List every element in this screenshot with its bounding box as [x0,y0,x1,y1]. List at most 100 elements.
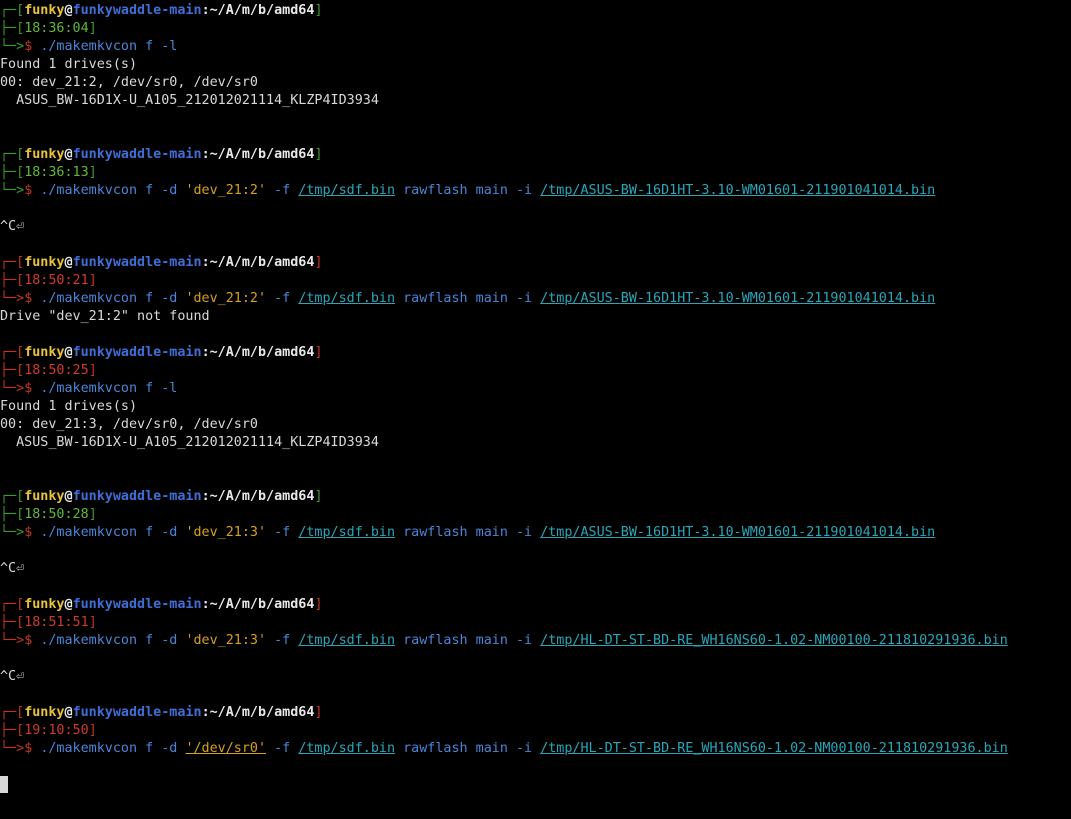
prompt-sep: : [201,3,210,18]
prompt-at: @ [64,345,73,360]
prompt-frame-top: ┌─[ [0,255,25,270]
command-flag: rawflash main -i [395,741,541,756]
command-flag: -f [266,291,299,306]
command-flag: -f [266,633,299,648]
drive-argument: 'dev_21:3' [185,633,267,648]
prompt-frame-bottom: └─> [0,291,25,306]
prompt-frame-top: ┌─[ [0,3,25,18]
drive-argument: 'dev_21:2' [185,291,267,306]
command-line: └─>$ ./makemkvcon f -d 'dev_21:3' -f /tm… [0,524,1071,542]
command-text: ./makemkvcon f -d [40,525,186,540]
output-text: 00: dev_21:3, /dev/sr0, /dev/sr0 [0,417,258,432]
prompt-sep: : [201,147,210,162]
firmware-file-path[interactable]: /tmp/HL-DT-ST-BD-RE_WH16NS60-1.02-NM0010… [540,741,1008,756]
prompt-user: funky [24,489,65,504]
prompt-path: ~/A/m/b/amd64 [209,3,315,18]
firmware-file-path[interactable]: /tmp/ASUS-BW-16D1HT-3.10-WM01601-2119010… [540,525,935,540]
dump-file-path[interactable]: /tmp/sdf.bin [298,291,395,306]
text-cursor [0,776,8,793]
output-text: ^C⏎ [0,669,25,684]
prompt-timestamp: 18:36:04 [24,21,89,36]
prompt-time-line: ├─[18:50:21] [0,272,1071,290]
prompt-header-line: ┌─[funky@funkywaddle-main:~/A/m/b/amd64] [0,2,1071,20]
prompt-header-line: ┌─[funky@funkywaddle-main:~/A/m/b/amd64] [0,146,1071,164]
prompt-frame-mid: ├─[ [0,363,25,378]
firmware-file-path[interactable]: /tmp/ASUS-BW-16D1HT-3.10-WM01601-2119010… [540,291,935,306]
output-line: ^C⏎ [0,668,1071,686]
prompt-at: @ [64,147,73,162]
command-text: ./makemkvcon f -l [40,381,178,396]
prompt-dollar: $ [24,291,41,306]
prompt-timestamp: 18:50:21 [24,273,89,288]
output-text: ^C⏎ [0,561,25,576]
prompt-path: ~/A/m/b/amd64 [209,705,315,720]
prompt-frame-top-end: ] [314,147,323,162]
prompt-time-line: ├─[18:50:25] [0,362,1071,380]
prompt-dollar: $ [24,39,41,54]
prompt-dollar: $ [24,633,41,648]
command-flag: rawflash main -i [395,291,541,306]
prompt-frame-top: ┌─[ [0,345,25,360]
prompt-frame-top-end: ] [314,255,323,270]
command-text: ./makemkvcon f -d [40,291,186,306]
prompt-dollar: $ [24,183,41,198]
firmware-file-path[interactable]: /tmp/HL-DT-ST-BD-RE_WH16NS60-1.02-NM0010… [540,633,1008,648]
output-text: ^C⏎ [0,219,25,234]
command-flag: rawflash main -i [395,525,541,540]
prompt-frame-top: ┌─[ [0,597,25,612]
prompt-timestamp: 18:36:13 [24,165,89,180]
prompt-at: @ [64,3,73,18]
command-text: ./makemkvcon f -d [40,633,186,648]
output-line: ^C⏎ [0,218,1071,236]
cursor-line [0,776,1071,794]
prompt-sep: : [201,345,210,360]
prompt-user: funky [24,597,65,612]
output-line: 00: dev_21:2, /dev/sr0, /dev/sr0 [0,74,1071,92]
prompt-frame-mid: ├─[ [0,615,25,630]
output-line: Found 1 drives(s) [0,398,1071,416]
prompt-frame-bottom: └─> [0,633,25,648]
output-line: Drive "dev_21:2" not found [0,308,1071,326]
output-line: 00: dev_21:3, /dev/sr0, /dev/sr0 [0,416,1071,434]
dump-file-path[interactable]: /tmp/sdf.bin [298,183,395,198]
command-text: ./makemkvcon f -d [40,741,186,756]
command-line: └─>$ ./makemkvcon f -d '/dev/sr0' -f /tm… [0,740,1071,758]
command-line: └─>$ ./makemkvcon f -l [0,38,1071,56]
output-line: Found 1 drives(s) [0,56,1071,74]
prompt-at: @ [64,597,73,612]
prompt-frame-mid-end: ] [88,273,97,288]
prompt-at: @ [64,255,73,270]
prompt-frame-top-end: ] [314,3,323,18]
dump-file-path[interactable]: /tmp/sdf.bin [298,741,395,756]
prompt-frame-mid: ├─[ [0,273,25,288]
prompt-user: funky [24,345,65,360]
prompt-frame-mid: ├─[ [0,507,25,522]
prompt-header-line: ┌─[funky@funkywaddle-main:~/A/m/b/amd64] [0,704,1071,722]
command-flag: -f [266,741,299,756]
prompt-path: ~/A/m/b/amd64 [209,255,315,270]
terminal-window[interactable]: ┌─[funky@funkywaddle-main:~/A/m/b/amd64]… [0,0,1071,819]
prompt-frame-mid-end: ] [88,615,97,630]
prompt-timestamp: 18:50:25 [24,363,89,378]
firmware-file-path[interactable]: /tmp/ASUS-BW-16D1HT-3.10-WM01601-2119010… [540,183,935,198]
prompt-frame-mid: ├─[ [0,165,25,180]
output-line: ASUS_BW-16D1X-U_A105_212012021114_KLZP4I… [0,434,1071,452]
output-text: Found 1 drives(s) [0,57,138,72]
prompt-timestamp: 18:51:51 [24,615,89,630]
prompt-frame-bottom: └─> [0,183,25,198]
prompt-frame-mid-end: ] [88,363,97,378]
prompt-frame-bottom: └─> [0,741,25,756]
output-text: ASUS_BW-16D1X-U_A105_212012021114_KLZP4I… [0,93,379,108]
dump-file-path[interactable]: /tmp/sdf.bin [298,633,395,648]
prompt-header-line: ┌─[funky@funkywaddle-main:~/A/m/b/amd64] [0,596,1071,614]
prompt-host: funkywaddle-main [72,147,202,162]
output-text: Found 1 drives(s) [0,399,138,414]
prompt-dollar: $ [24,741,41,756]
output-text: 00: dev_21:2, /dev/sr0, /dev/sr0 [0,75,258,90]
prompt-user: funky [24,255,65,270]
dump-file-path[interactable]: /tmp/sdf.bin [298,525,395,540]
